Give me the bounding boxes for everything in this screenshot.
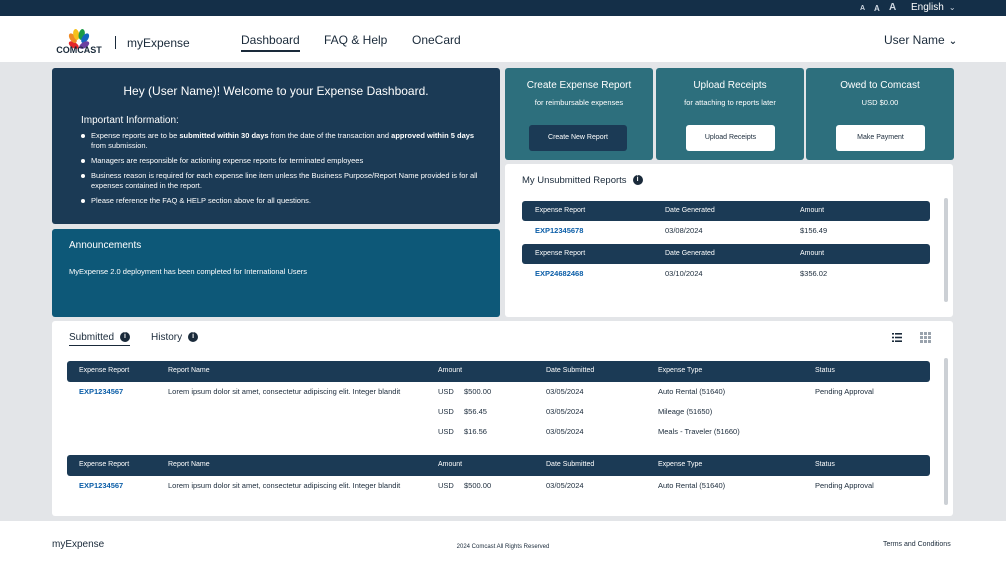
info-bullet: Managers are responsible for actioning e… <box>81 156 491 166</box>
card-subtitle: for attaching to reports later <box>684 98 776 107</box>
comcast-logo[interactable]: COMCAST <box>51 29 107 55</box>
logo-wordmark: COMCAST <box>56 45 102 55</box>
app-name: myExpense <box>127 36 190 50</box>
utility-bar: A A A English ⌄ <box>0 0 1006 16</box>
nav-faq-help[interactable]: FAQ & Help <box>324 33 387 47</box>
report-link[interactable]: EXP12345678 <box>535 221 583 241</box>
unsubmitted-title: My Unsubmitted Reports i <box>522 175 643 186</box>
table-header: Expense Report Date Generated Amount <box>522 244 930 264</box>
welcome-panel: Hey (User Name)! Welcome to your Expense… <box>52 68 500 224</box>
report-link[interactable]: EXP1234567 <box>79 476 123 496</box>
important-info-list: Expense reports are to be submitted with… <box>81 131 491 211</box>
scrollbar[interactable] <box>944 358 948 505</box>
announcement-text: MyExpense 2.0 deployment has been comple… <box>69 267 308 276</box>
chevron-down-icon: ⌄ <box>948 3 956 12</box>
list-view-icon[interactable] <box>892 333 902 342</box>
table-row: EXP24682468 03/10/2024 $356.02 <box>522 264 930 284</box>
upload-receipts-card: Upload Receipts for attaching to reports… <box>656 68 804 160</box>
important-info-heading: Important Information: <box>81 115 179 126</box>
chevron-down-icon: ⌄ <box>948 36 958 47</box>
table-header: Expense Report Report Name Amount Date S… <box>67 455 930 476</box>
nav-dashboard[interactable]: Dashboard <box>241 33 300 52</box>
font-size-large-button[interactable]: A <box>889 2 896 13</box>
language-selector[interactable]: English ⌄ <box>911 2 956 13</box>
font-size-medium-button[interactable]: A <box>874 4 880 13</box>
unsubmitted-reports-panel: My Unsubmitted Reports i Expense Report D… <box>505 164 953 317</box>
table-row: EXP1234567 Lorem ipsum dolor sit amet, c… <box>67 382 930 402</box>
make-payment-button[interactable]: Make Payment <box>836 125 925 151</box>
grid-view-icon[interactable] <box>920 332 931 343</box>
peacock-icon: COMCAST <box>56 29 102 55</box>
nav-onecard[interactable]: OneCard <box>412 33 461 47</box>
info-bullet: Please reference the FAQ & HELP section … <box>81 196 491 206</box>
scrollbar[interactable] <box>944 198 948 302</box>
info-icon[interactable]: i <box>632 175 643 186</box>
submitted-reports-panel: Submitted i History i Expense Report Repor… <box>52 321 953 516</box>
create-new-report-button[interactable]: Create New Report <box>529 125 627 151</box>
card-title: Upload Receipts <box>693 80 767 91</box>
announcements-title: Announcements <box>69 240 142 251</box>
info-icon[interactable]: i <box>188 332 199 343</box>
language-label: English <box>911 2 944 13</box>
info-icon[interactable]: i <box>120 332 131 343</box>
terms-link[interactable]: Terms and Conditions <box>883 541 951 548</box>
card-subtitle: for reimbursable expenses <box>534 98 624 107</box>
table-row: EXP12345678 03/08/2024 $156.49 <box>522 221 930 241</box>
announcements-panel: Announcements MyExpense 2.0 deployment h… <box>52 229 500 317</box>
report-link[interactable]: EXP24682468 <box>535 264 583 284</box>
footer: myExpense 2024 Comcast All Rights Reserv… <box>0 521 1006 566</box>
brand-divider <box>115 36 116 49</box>
tab-submitted[interactable]: Submitted i <box>69 332 131 346</box>
owed-amount: USD $0.00 <box>861 98 899 107</box>
table-row: EXP1234567 Lorem ipsum dolor sit amet, c… <box>67 476 930 496</box>
info-bullet: Expense reports are to be submitted with… <box>81 131 491 151</box>
table-header: Expense Report Date Generated Amount <box>522 201 930 221</box>
main-navigation: COMCAST myExpense Dashboard FAQ & Help O… <box>0 16 1006 62</box>
card-title: Create Expense Report <box>526 80 632 91</box>
user-name: User Name <box>884 33 945 47</box>
report-link[interactable]: EXP1234567 <box>79 382 123 402</box>
create-report-card: Create Expense Report for reimbursable e… <box>505 68 653 160</box>
table-row: USD $56.45 03/05/2024 Mileage (51650) <box>438 407 713 416</box>
upload-receipts-button[interactable]: Upload Receipts <box>686 125 775 151</box>
user-menu[interactable]: User Name ⌄ <box>884 33 957 47</box>
owed-to-comcast-card: Owed to Comcast USD $0.00 Make Payment <box>806 68 954 160</box>
table-header: Expense Report Report Name Amount Date S… <box>67 361 930 382</box>
card-title: Owed to Comcast <box>840 80 920 91</box>
tab-history[interactable]: History i <box>151 332 199 343</box>
font-size-small-button[interactable]: A <box>860 5 865 12</box>
copyright: 2024 Comcast All Rights Reserved <box>456 544 550 550</box>
info-bullet: Business reason is required for each exp… <box>81 171 491 191</box>
welcome-title: Hey (User Name)! Welcome to your Expense… <box>123 84 429 98</box>
table-row: USD $16.56 03/05/2024 Meals - Traveler (… <box>438 427 740 436</box>
